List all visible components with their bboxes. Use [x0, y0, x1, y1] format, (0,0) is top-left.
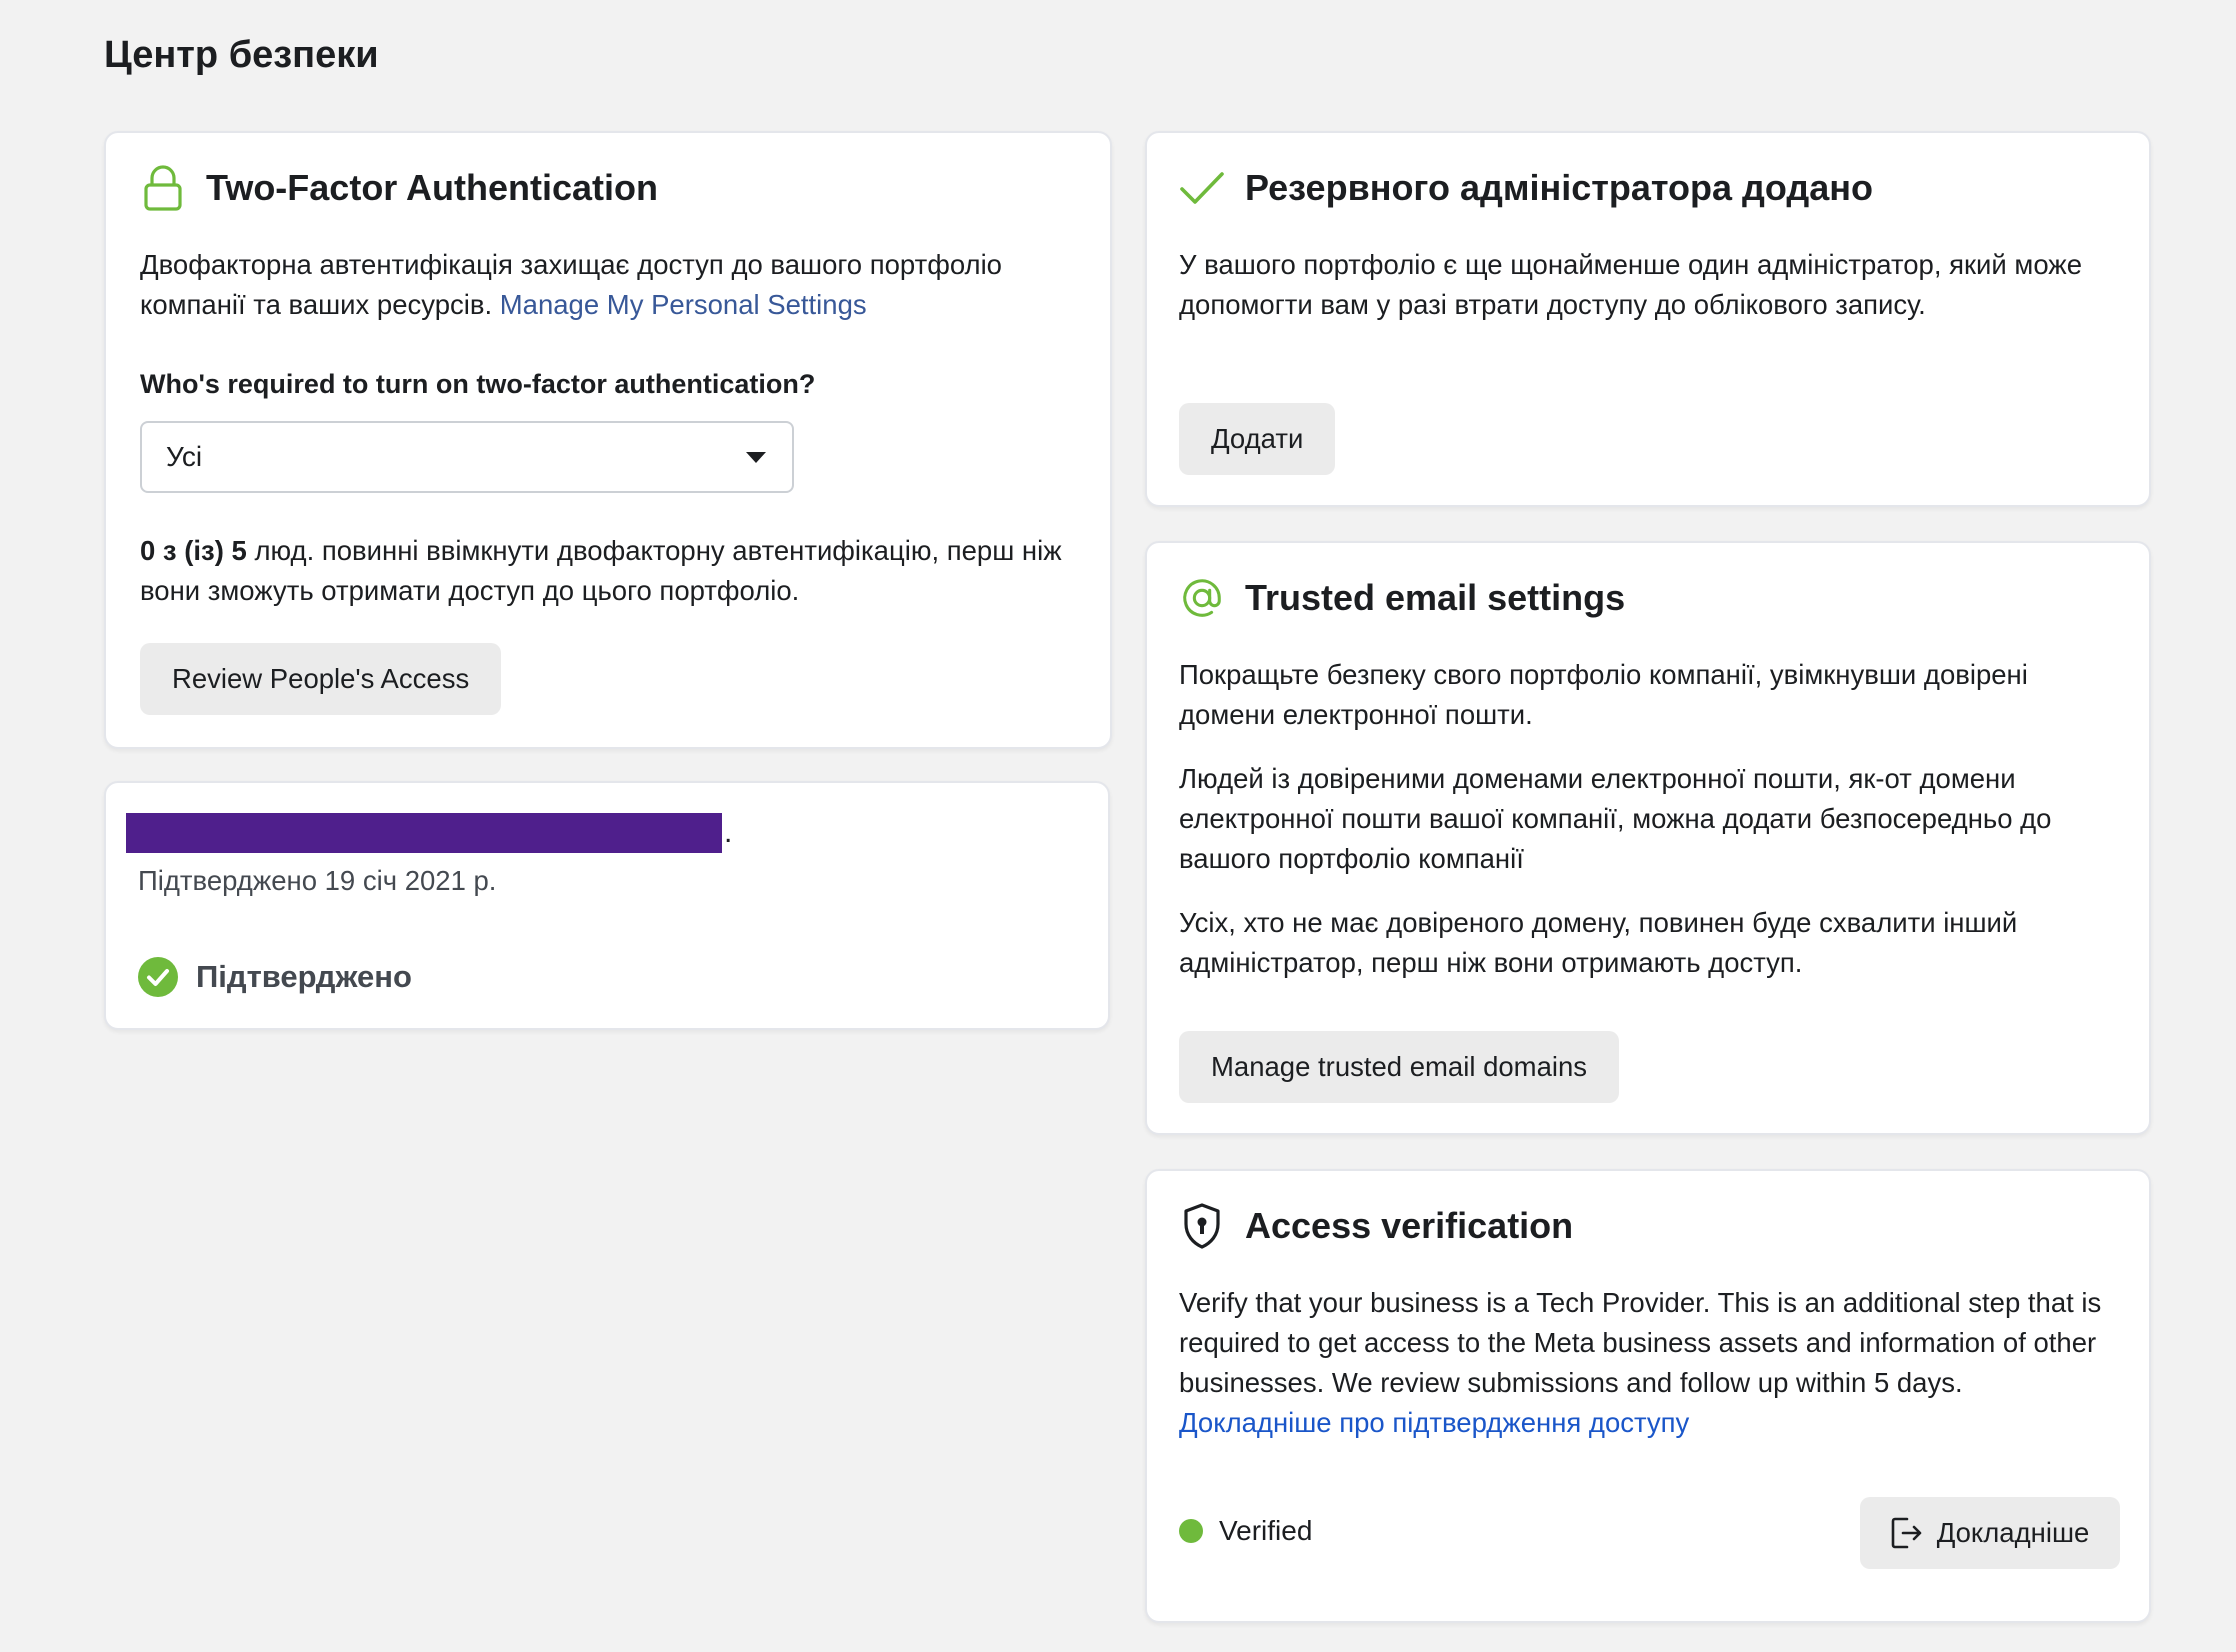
two-factor-description-block: Двофакторна автентифікація захищає досту…: [140, 245, 1080, 325]
two-factor-count-block: 0 з (із) 5 люд. повинні ввімкнути двофак…: [140, 531, 1090, 611]
backup-admin-header: Резервного адміністратора додано: [1179, 163, 1873, 213]
lock-icon: [140, 165, 186, 211]
trusted-email-title: Trusted email settings: [1245, 577, 1626, 618]
manage-trusted-email-domains-button[interactable]: Manage trusted email domains: [1179, 1031, 1620, 1103]
select-value: Усі: [166, 441, 203, 472]
access-verification-description: Verify that your business is a Tech Prov…: [1179, 1287, 2102, 1398]
checkmark-icon: [1179, 165, 1225, 211]
details-button[interactable]: Докладніше: [1860, 1497, 2120, 1569]
verification-date: Підтверджено 19 січ 2021 р.: [138, 865, 497, 896]
check-circle-icon: [138, 957, 178, 997]
two-factor-card: Two-Factor Authentication Двофакторна ав…: [104, 131, 1112, 749]
business-verification-card: . Підтверджено 19 січ 2021 р. Підтвердже…: [104, 781, 1110, 1030]
page-title: Центр безпеки: [104, 34, 379, 76]
redacted-business-name: [126, 813, 722, 853]
trusted-email-card: Trusted email settings Покращьте безпеку…: [1145, 541, 2151, 1135]
access-verification-status: Verified: [1179, 1515, 1312, 1547]
chevron-down-icon: [746, 451, 766, 463]
status-dot-icon: [1179, 1519, 1203, 1543]
trusted-email-header: Trusted email settings: [1179, 573, 1625, 623]
two-factor-title: Two-Factor Authentication: [206, 167, 658, 208]
learn-more-access-verification-link[interactable]: Докладніше про підтвердження доступу: [1179, 1407, 1689, 1438]
manage-personal-settings-link[interactable]: Manage My Personal Settings: [500, 289, 867, 320]
two-factor-count-text: люд. повинні ввімкнути двофакторну автен…: [140, 535, 1062, 606]
access-verification-title: Access verification: [1245, 1205, 1574, 1246]
backup-admin-title: Резервного адміністратора додано: [1245, 167, 1873, 208]
review-peoples-access-button[interactable]: Review People's Access: [140, 643, 502, 715]
two-factor-count: 0 з (із) 5: [140, 535, 247, 566]
two-factor-requirement-select[interactable]: Усі: [140, 421, 794, 493]
trusted-email-paragraph-2: Людей із довіреними доменами електронної…: [1179, 763, 2052, 874]
two-factor-header: Two-Factor Authentication: [140, 163, 658, 213]
backup-admin-card: Резервного адміністратора додано У вашог…: [1145, 131, 2151, 507]
redacted-title-trailing: .: [724, 816, 733, 849]
two-factor-question: Who's required to turn on two-factor aut…: [140, 369, 816, 399]
verification-status: Підтверджено: [138, 957, 412, 997]
trusted-email-paragraph-3: Усіх, хто не має довіреного домену, пови…: [1179, 907, 2018, 978]
access-verification-description-block: Verify that your business is a Tech Prov…: [1179, 1283, 2129, 1443]
at-sign-icon: [1179, 575, 1225, 621]
verification-status-label: Підтверджено: [196, 959, 412, 994]
trusted-email-paragraph-1: Покращьте безпеку свого портфоліо компан…: [1179, 659, 2028, 730]
access-verification-card: Access verification Verify that your bus…: [1145, 1169, 2151, 1623]
security-center-page: Центр безпеки Two-Factor Authentication …: [0, 0, 2236, 1652]
details-button-label: Докладніше: [1936, 1517, 2090, 1548]
access-verification-status-label: Verified: [1219, 1515, 1313, 1546]
external-open-icon: [1891, 1516, 1923, 1550]
shield-keyhole-icon: [1179, 1203, 1225, 1249]
add-backup-admin-button[interactable]: Додати: [1179, 403, 1336, 475]
backup-admin-description: У вашого портфоліо є ще щонайменше один …: [1179, 249, 2082, 320]
access-verification-header: Access verification: [1179, 1201, 1573, 1251]
